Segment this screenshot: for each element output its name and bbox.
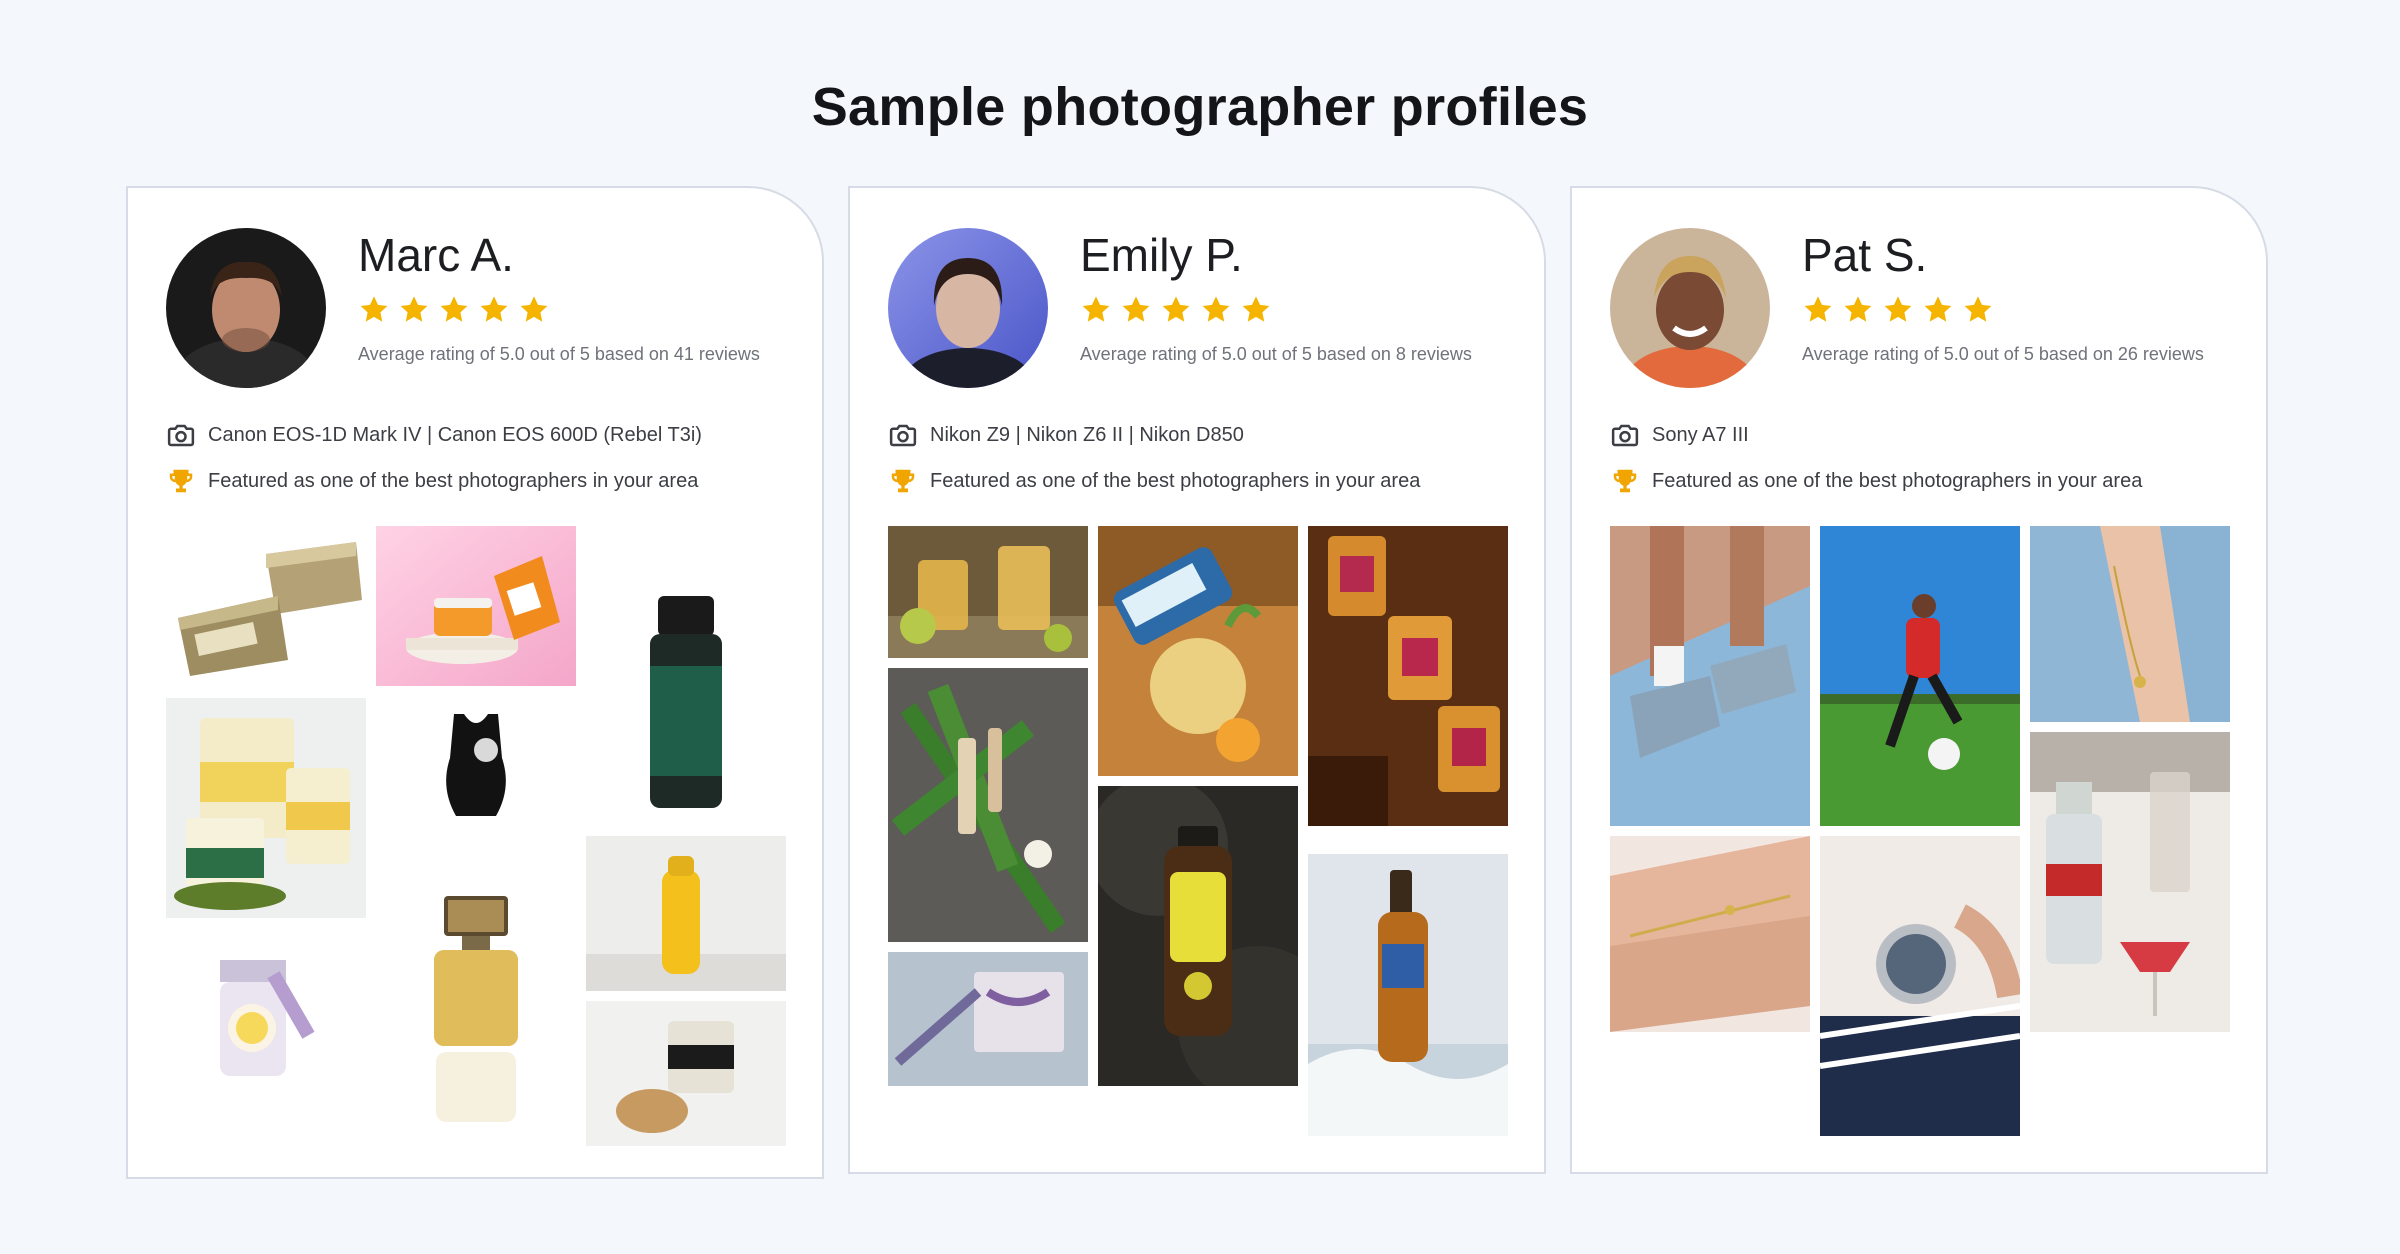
gallery-photo[interactable] (1610, 836, 1810, 1032)
photographer-card-pat[interactable]: Pat S. Average rating of 5.0 out of 5 ba… (1570, 186, 2268, 1174)
star-rating (1802, 294, 1994, 326)
photographer-name: Marc A. (358, 229, 514, 281)
star-rating (358, 294, 550, 326)
photographer-card-marc[interactable]: Marc A. Average rating of 5.0 out of 5 b… (126, 186, 824, 1179)
featured-text: Featured as one of the best photographer… (930, 469, 1421, 492)
rating-summary: Average rating of 5.0 out of 5 based on … (358, 344, 760, 364)
gallery-photo[interactable] (376, 526, 576, 686)
gallery-photo[interactable] (586, 1001, 786, 1146)
trophy-icon (1613, 469, 1637, 493)
gallery-photo[interactable] (1308, 854, 1508, 1136)
gallery-photo[interactable] (1098, 786, 1298, 1086)
avatar (166, 228, 326, 388)
gallery-photo[interactable] (888, 526, 1088, 658)
star-icon (1122, 296, 1150, 322)
featured-text: Featured as one of the best photographer… (1652, 469, 2143, 492)
star-icon (480, 296, 508, 322)
trophy-icon (169, 469, 193, 493)
star-icon (1082, 296, 1110, 322)
gallery-photo[interactable] (376, 698, 576, 828)
star-icon (1804, 296, 1832, 322)
star-icon (1884, 296, 1912, 322)
gallery-photo[interactable] (888, 668, 1088, 942)
star-icon (1844, 296, 1872, 322)
photo-gallery (1610, 526, 2234, 1146)
star-icon (1242, 296, 1270, 322)
star-icon (1924, 296, 1952, 322)
gallery-photo[interactable] (1098, 526, 1298, 776)
gallery-photo[interactable] (1610, 526, 1810, 826)
photo-gallery (888, 526, 1512, 1146)
photographer-name: Emily P. (1080, 229, 1243, 281)
gallery-photo[interactable] (586, 836, 786, 991)
star-icon (1202, 296, 1230, 322)
camera-list: Nikon Z9 | Nikon Z6 II | Nikon D850 (930, 423, 1244, 446)
star-icon (1162, 296, 1190, 322)
camera-list: Sony A7 III (1652, 423, 1749, 446)
gallery-photo[interactable] (1820, 836, 2020, 1136)
camera-gear: Canon EOS-1D Mark IV | Canon EOS 600D (R… (166, 420, 702, 450)
camera-gear: Nikon Z9 | Nikon Z6 II | Nikon D850 (888, 420, 1244, 450)
avatar (888, 228, 1048, 388)
featured-badge: Featured as one of the best photographer… (888, 466, 1420, 496)
camera-gear: Sony A7 III (1610, 420, 1749, 450)
page-title: Sample photographer profiles (811, 77, 1589, 137)
gallery-photo[interactable] (166, 930, 366, 1090)
avatar (1610, 228, 1770, 388)
featured-badge: Featured as one of the best photographer… (166, 466, 698, 496)
camera-icon (167, 424, 195, 447)
star-icon (1964, 296, 1992, 322)
camera-icon (889, 424, 917, 447)
photographer-name: Pat S. (1802, 229, 1928, 281)
star-icon (360, 296, 388, 322)
featured-badge: Featured as one of the best photographer… (1610, 466, 2142, 496)
star-icon (520, 296, 548, 322)
featured-text: Featured as one of the best photographer… (208, 469, 699, 492)
camera-list: Canon EOS-1D Mark IV | Canon EOS 600D (R… (208, 423, 702, 446)
rating-summary: Average rating of 5.0 out of 5 based on … (1802, 344, 2204, 364)
photographer-card-emily[interactable]: Emily P. Average rating of 5.0 out of 5 … (848, 186, 1546, 1174)
star-icon (400, 296, 428, 322)
star-icon (440, 296, 468, 322)
gallery-photo[interactable] (2030, 732, 2230, 1032)
gallery-photo[interactable] (586, 526, 786, 826)
gallery-photo[interactable] (166, 526, 366, 686)
gallery-photo[interactable] (888, 952, 1088, 1086)
camera-icon (1611, 424, 1639, 447)
gallery-photo[interactable] (1308, 526, 1508, 826)
gallery-photo[interactable] (166, 698, 366, 918)
gallery-photo[interactable] (1820, 526, 2020, 826)
gallery-photo[interactable] (2030, 526, 2230, 722)
photo-gallery (166, 526, 790, 1146)
star-rating (1080, 294, 1272, 326)
trophy-icon (891, 469, 915, 493)
gallery-photo[interactable] (376, 838, 576, 1138)
rating-summary: Average rating of 5.0 out of 5 based on … (1080, 344, 1472, 364)
